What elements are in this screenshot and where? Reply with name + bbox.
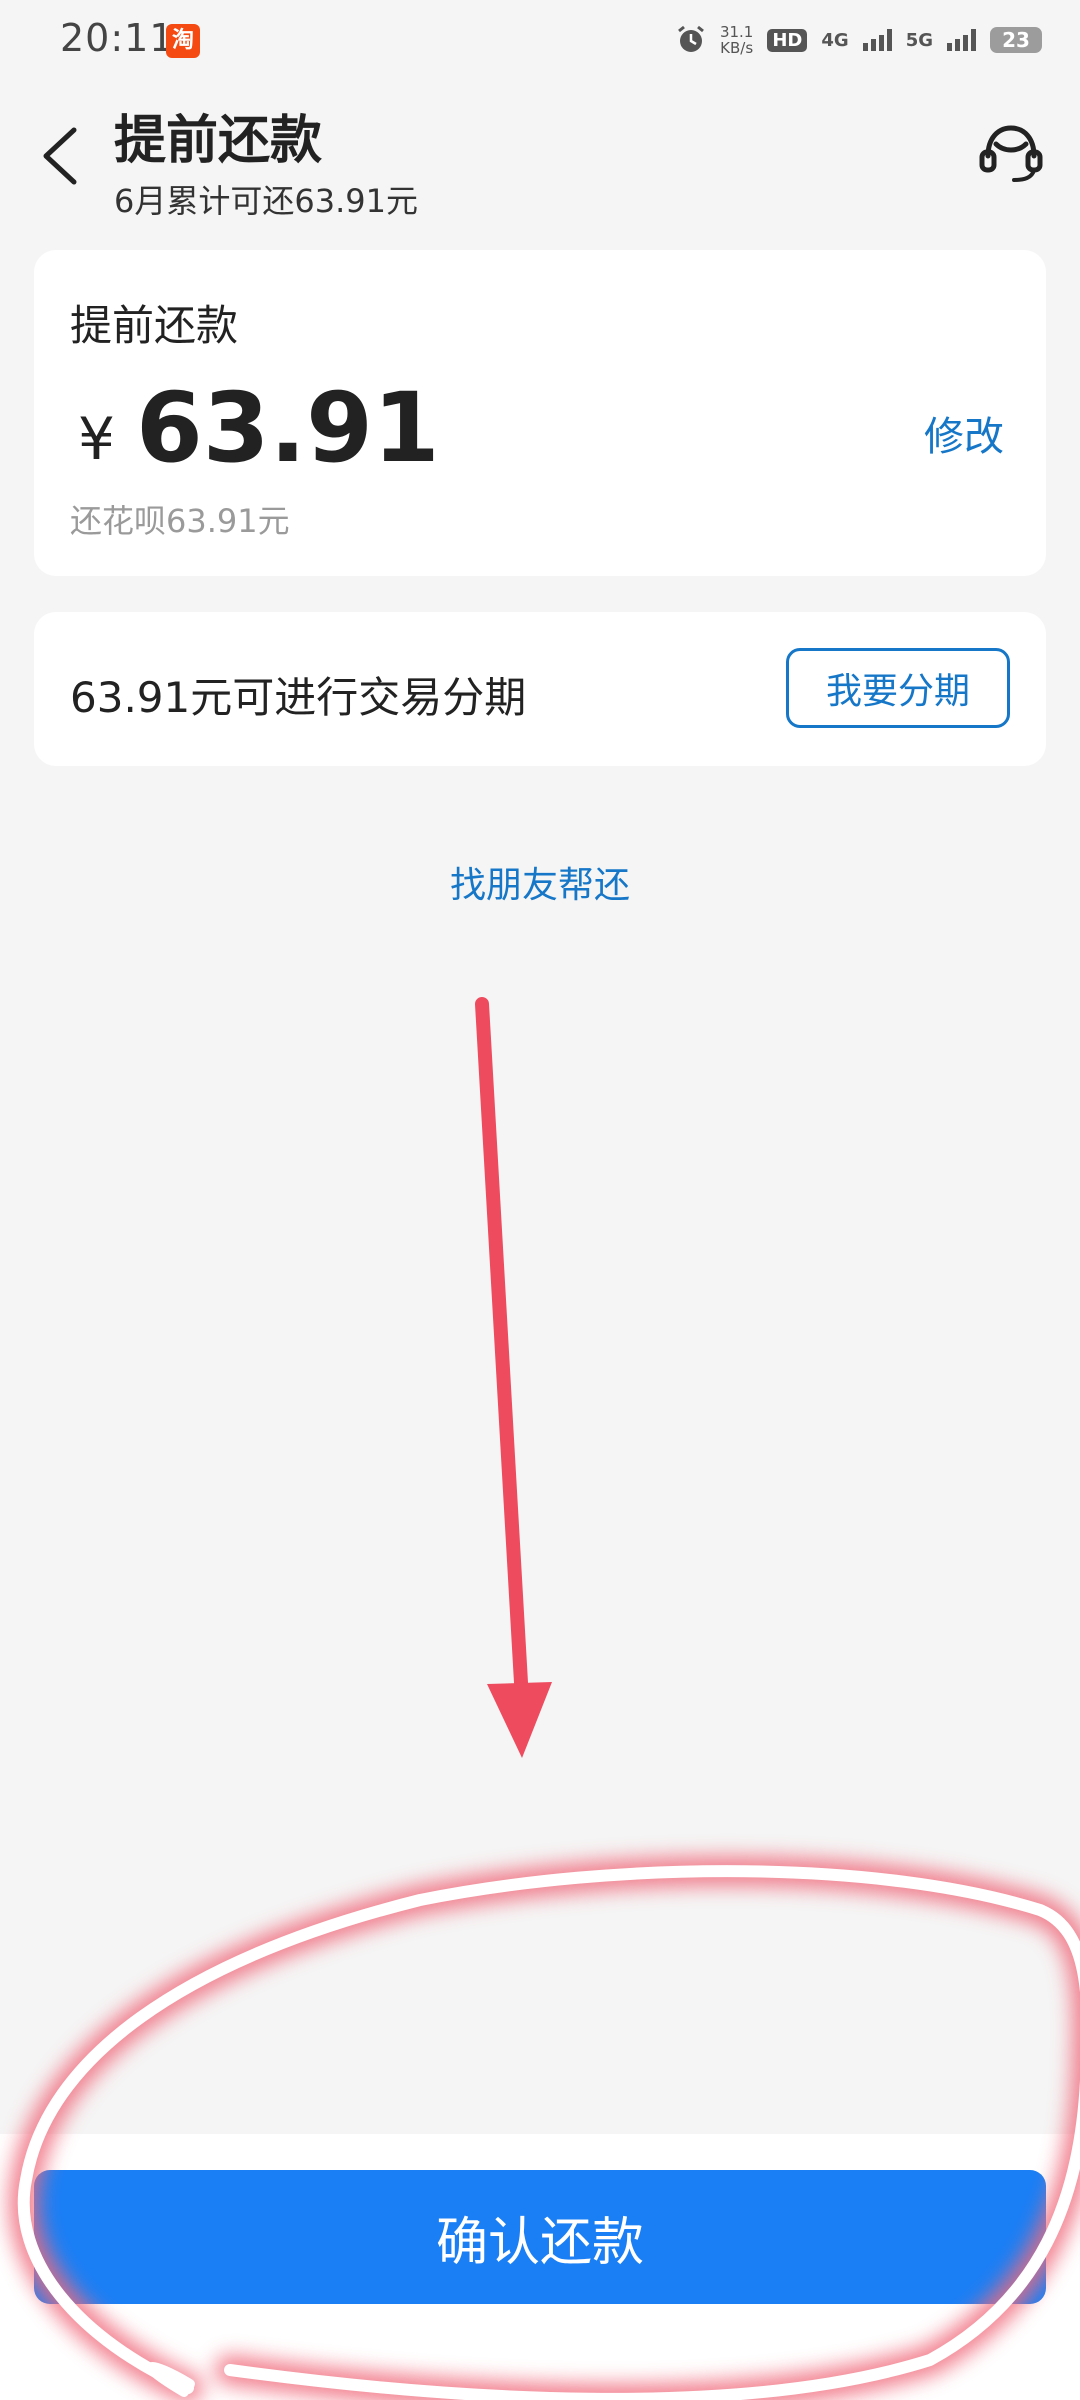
status-time: 20:11 [60,16,175,60]
page-subtitle: 6月累计可还63.91元 [114,182,418,220]
hd-badge: HD [767,28,808,52]
modify-amount-link[interactable]: 修改 [924,404,1004,462]
alarm-icon [678,25,704,52]
repayment-amount: 63.91 [136,372,440,484]
battery-indicator: 23 [990,27,1042,53]
installment-button[interactable]: 我要分期 [786,648,1010,728]
chevron-left-icon[interactable] [36,124,86,188]
headset-icon[interactable] [976,118,1046,188]
signal-bars-icon [862,29,892,51]
annotation-arrow-head [487,1682,552,1758]
signal-bars-icon-2 [947,29,976,51]
status-indicators: 31.1 KB/s HD 4G 5G 23 [676,20,1042,60]
installment-text: 63.91元可进行交易分期 [70,673,527,722]
ask-friend-link[interactable]: 找朋友帮还 [0,856,1080,908]
status-bar: 20:11 淘 31.1 KB/s HD 4G 5G 23 [0,0,1080,80]
net-speed-unit: KB/s [720,39,754,57]
page-title: 提前还款 [114,111,323,171]
signal-5g-label: 5G [905,29,933,51]
annotation-arrow-line [475,997,529,1707]
net-speed: 31.1 KB/s [720,24,753,56]
currency-symbol: ¥ [78,405,115,473]
net-speed-value: 31.1 [719,23,754,41]
amount-note: 还花呗63.91元 [70,502,290,540]
signal-4g-label: 4G [821,29,849,51]
amount-card-title: 提前还款 [70,301,239,350]
taobao-icon: 淘 [166,24,200,58]
confirm-repayment-button[interactable]: 确认还款 [34,2170,1046,2304]
